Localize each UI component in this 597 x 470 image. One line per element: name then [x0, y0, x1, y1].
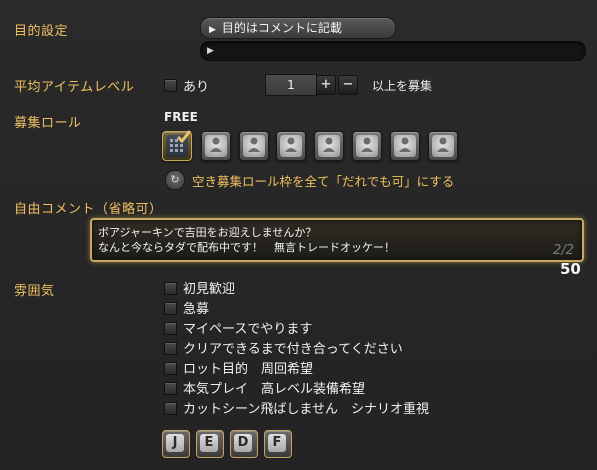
all-rounder-icon	[323, 137, 335, 152]
atmosphere-label: 雰囲気	[14, 284, 55, 299]
item-level-suffix: 以上を募集	[372, 79, 433, 93]
item-level-input[interactable]: 1	[265, 74, 317, 96]
reset-roles-icon[interactable]: ↻	[165, 170, 185, 190]
role-slot[interactable]	[428, 131, 458, 161]
atmosphere-checkbox[interactable]	[164, 302, 177, 315]
language-button-d[interactable]: D	[230, 430, 258, 458]
all-rounder-icon	[285, 137, 297, 152]
language-button-f[interactable]: F	[264, 430, 292, 458]
comment-page-indicator: 2/2	[553, 243, 574, 258]
purpose-sub-dropdown[interactable]: ▶	[200, 41, 586, 61]
role-slot[interactable]	[276, 131, 306, 161]
reset-roles-link[interactable]: 空き募集ロール枠を全て「だれでも可」にする	[192, 171, 454, 190]
item-level-checkbox[interactable]	[164, 79, 177, 92]
atmosphere-option[interactable]: ロット目的 周回希望	[183, 358, 313, 377]
role-slot[interactable]	[239, 131, 269, 161]
purpose-label: 目的設定	[14, 24, 69, 39]
roles-label: 募集ロール	[14, 116, 82, 131]
atmosphere-option[interactable]: 急募	[183, 298, 209, 317]
language-button-j[interactable]: J	[162, 430, 190, 458]
atmosphere-option[interactable]: クリアできるまで付き合ってください	[183, 338, 403, 357]
play-arrow-icon: ▶	[209, 25, 216, 35]
atmosphere-checkbox[interactable]	[164, 342, 177, 355]
plus-button[interactable]: +	[316, 75, 336, 95]
atmosphere-option[interactable]: マイペースでやります	[183, 318, 312, 337]
all-rounder-icon	[210, 137, 222, 152]
all-rounder-icon	[361, 137, 373, 152]
all-rounder-icon	[437, 137, 449, 152]
atmosphere-option[interactable]: カットシーン飛ばしません シナリオ重視	[183, 398, 429, 417]
remaining-characters: 50	[560, 260, 581, 278]
minus-button[interactable]: −	[338, 75, 358, 95]
role-slot-free-selected[interactable]	[162, 130, 192, 161]
atmosphere-checkbox[interactable]	[164, 402, 177, 415]
comment-line-1: ボアジャーキンで吉田をお迎えしませんか？	[98, 226, 317, 239]
atmosphere-checkbox[interactable]	[164, 322, 177, 335]
checkmark-icon	[177, 130, 191, 144]
atmosphere-checkbox[interactable]	[164, 382, 177, 395]
all-rounder-icon	[248, 137, 260, 152]
role-slot[interactable]	[352, 131, 382, 161]
role-slot[interactable]	[201, 131, 231, 161]
item-level-checkbox-label: あり	[183, 80, 210, 95]
play-arrow-icon: ▶	[207, 46, 214, 56]
comment-label: 自由コメント（省略可）	[14, 202, 163, 217]
comment-textarea[interactable]: ボアジャーキンで吉田をお迎えしませんか？ なんと今ならタダで配布中です！ 無言ト…	[90, 218, 584, 262]
comment-line-2: なんと今ならタダで配布中です！ 無言トレードオッケー！	[98, 241, 395, 254]
atmosphere-option[interactable]: 本気プレイ 高レベル装備希望	[183, 378, 365, 397]
role-slot[interactable]	[314, 131, 344, 161]
all-rounder-icon	[399, 137, 411, 152]
purpose-value: 目的はコメントに記載	[221, 21, 342, 35]
item-level-label: 平均アイテムレベル	[14, 80, 135, 95]
atmosphere-checkbox[interactable]	[164, 282, 177, 295]
free-label: FREE	[164, 110, 198, 124]
atmosphere-option[interactable]: 初見歓迎	[183, 278, 235, 297]
purpose-dropdown[interactable]: ▶ 目的はコメントに記載	[200, 17, 396, 39]
party-finder-settings-panel: 目的設定 ▶ 目的はコメントに記載 ▶ 平均アイテムレベル あり 1 + − 以上…	[0, 0, 597, 470]
language-button-e[interactable]: E	[196, 430, 224, 458]
role-slot[interactable]	[390, 131, 420, 161]
atmosphere-checkbox[interactable]	[164, 362, 177, 375]
